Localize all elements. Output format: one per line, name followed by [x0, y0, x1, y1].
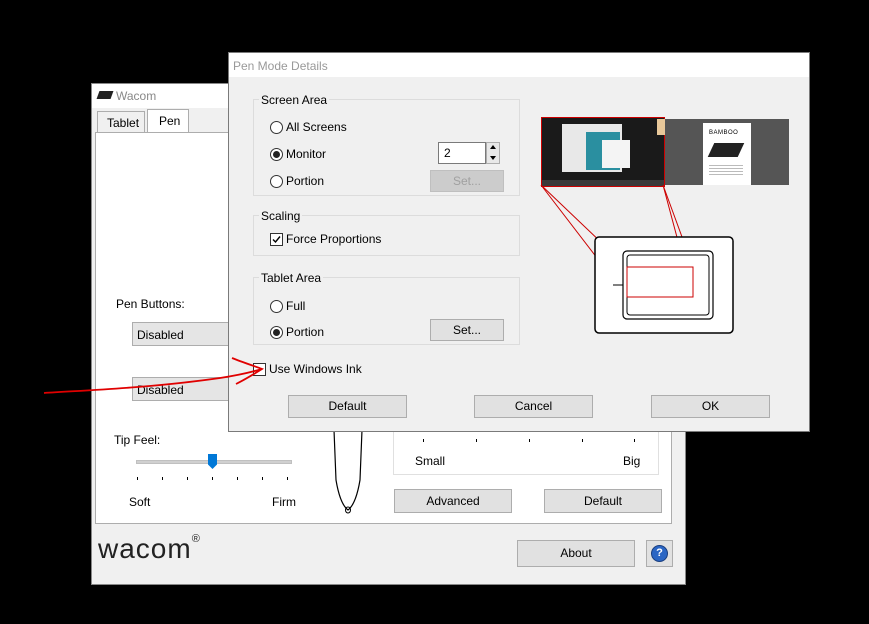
annotation-arrow: [43, 357, 265, 394]
